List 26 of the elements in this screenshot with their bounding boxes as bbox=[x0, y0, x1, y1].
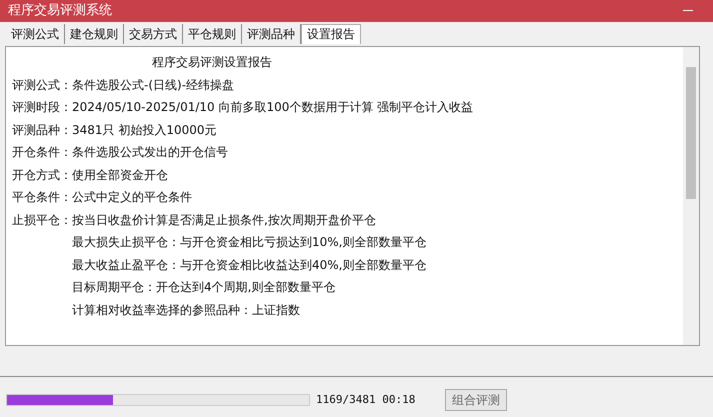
field-label: 开仓条件： bbox=[12, 144, 72, 161]
field-label: 评测公式： bbox=[12, 76, 72, 94]
report-detail: 最大损失止损平仓：与开仓资金相比亏损达到10%,则全部数量平仓 bbox=[72, 235, 426, 249]
field-value: 条件选股公式发出的开仓信号 bbox=[72, 145, 228, 159]
field-value: 条件选股公式-(日线)-经纬操盘 bbox=[72, 78, 234, 92]
minimize-icon[interactable] bbox=[683, 10, 693, 12]
field-label: 评测时段： bbox=[12, 99, 72, 116]
field-label: 止损平仓： bbox=[12, 212, 72, 228]
field-label: 平仓条件： bbox=[12, 189, 72, 206]
field-value: 使用全部资金开仓 bbox=[72, 168, 168, 182]
report-detail: 最大收益止盈平仓：与开仓资金相比收益达到40%,则全部数量平仓 bbox=[72, 258, 426, 272]
tab[interactable]: 设置报告 bbox=[301, 24, 361, 44]
scrollbar[interactable] bbox=[683, 47, 699, 345]
window-title: 程序交易评测系统 bbox=[8, 2, 112, 20]
field-value: 按当日收盘价计算是否满足止损条件,按次周期开盘价平仓 bbox=[72, 212, 376, 226]
progress-reading: 1169/3481 00:18 bbox=[316, 392, 416, 408]
report-detail: 计算相对收益率选择的参照品种：上证指数 bbox=[72, 302, 300, 316]
report-title: 程序交易评测设置报告 bbox=[151, 54, 273, 71]
scroll-thumb[interactable] bbox=[686, 67, 696, 199]
report-detail: 目标周期平仓：开仓达到4个周期,则全部数量平仓 bbox=[72, 280, 336, 294]
field-label: 评测品种： bbox=[12, 122, 72, 138]
combine-button[interactable]: 组合评测 bbox=[445, 389, 507, 411]
field-value: 公式中定义的平仓条件 bbox=[72, 190, 192, 204]
field-label: 开仓方式： bbox=[12, 166, 72, 184]
field-value: 2024/05/10-2025/01/10 向前多取100个数据用于计算 强制平仓计入收益 bbox=[72, 100, 474, 114]
field-value: 3481只 初始投入10000元 bbox=[72, 122, 217, 136]
